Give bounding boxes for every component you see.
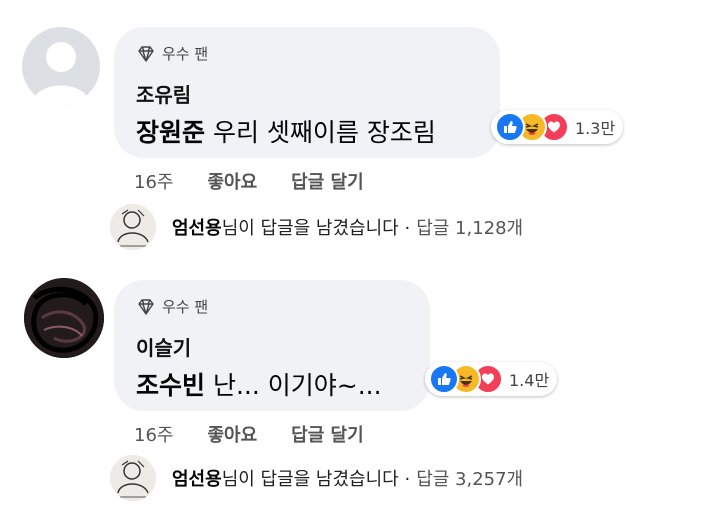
reaction-summary[interactable]: 1.3만 <box>491 110 624 144</box>
reply-summary[interactable]: 엄선용 님이 답글을 남겼습니다 · 답글 3,257개 <box>110 455 523 501</box>
avatar[interactable] <box>22 27 100 105</box>
comment-body: 우리 셋째이름 장조림 <box>205 118 436 147</box>
reply-avatar <box>110 455 156 501</box>
reply-author: 엄선용 <box>172 218 222 239</box>
comment-author[interactable]: 이슬기 <box>136 332 191 361</box>
reply-summary[interactable]: 엄선용 님이 답글을 남겼습니다 · 답글 1,128개 <box>110 204 523 250</box>
reply-count: 답글 1,128개 <box>416 218 524 239</box>
top-fan-badge: 우수 팬 <box>136 296 208 317</box>
diamond-icon <box>138 45 154 62</box>
like-button[interactable]: 좋아요 <box>207 421 257 447</box>
comment-body: 난... 이기야~... <box>205 371 382 400</box>
sketch-avatar-icon <box>110 455 156 501</box>
reaction-summary[interactable]: 1.4만 <box>425 362 558 396</box>
default-avatar-icon <box>32 42 90 105</box>
like-reaction-icon <box>495 112 525 142</box>
reaction-count: 1.4만 <box>509 371 550 390</box>
reply-text: 님이 답글을 남겼습니다 · <box>221 469 411 490</box>
avatar[interactable] <box>24 278 104 358</box>
reply-text: 님이 답글을 남겼습니다 · <box>221 218 411 239</box>
reply-count: 답글 3,257개 <box>416 469 524 490</box>
reply-author: 엄선용 <box>172 469 222 490</box>
badge-label: 우수 팬 <box>162 298 209 316</box>
tagged-user[interactable]: 조수빈 <box>136 371 205 400</box>
tagged-user[interactable]: 장원준 <box>136 118 205 147</box>
comment-bubble: 우수 팬 이슬기 조수빈 난... 이기야~... <box>114 280 430 411</box>
reply-button[interactable]: 답글 달기 <box>291 421 364 447</box>
top-fan-badge: 우수 팬 <box>136 43 208 64</box>
scribbled-avatar-icon <box>24 278 104 358</box>
comment-text: 장원준 우리 셋째이름 장조림 <box>136 113 436 149</box>
reply-button[interactable]: 답글 달기 <box>291 168 364 194</box>
sketch-avatar-icon <box>110 204 156 250</box>
comment-text: 조수빈 난... 이기야~... <box>136 366 382 402</box>
timestamp[interactable]: 16주 <box>134 421 173 447</box>
comment-bubble: 우수 팬 조유림 장원준 우리 셋째이름 장조림 <box>114 27 500 158</box>
like-reaction-icon <box>429 364 459 394</box>
diamond-icon <box>138 298 154 315</box>
comment-author[interactable]: 조유림 <box>136 79 191 108</box>
badge-label: 우수 팬 <box>162 45 209 63</box>
comment-actions: 16주 좋아요 답글 달기 <box>134 168 364 194</box>
comment-actions: 16주 좋아요 답글 달기 <box>134 421 364 447</box>
reply-avatar <box>110 204 156 250</box>
like-button[interactable]: 좋아요 <box>207 168 257 194</box>
reaction-count: 1.3만 <box>575 119 616 138</box>
timestamp[interactable]: 16주 <box>134 168 173 194</box>
